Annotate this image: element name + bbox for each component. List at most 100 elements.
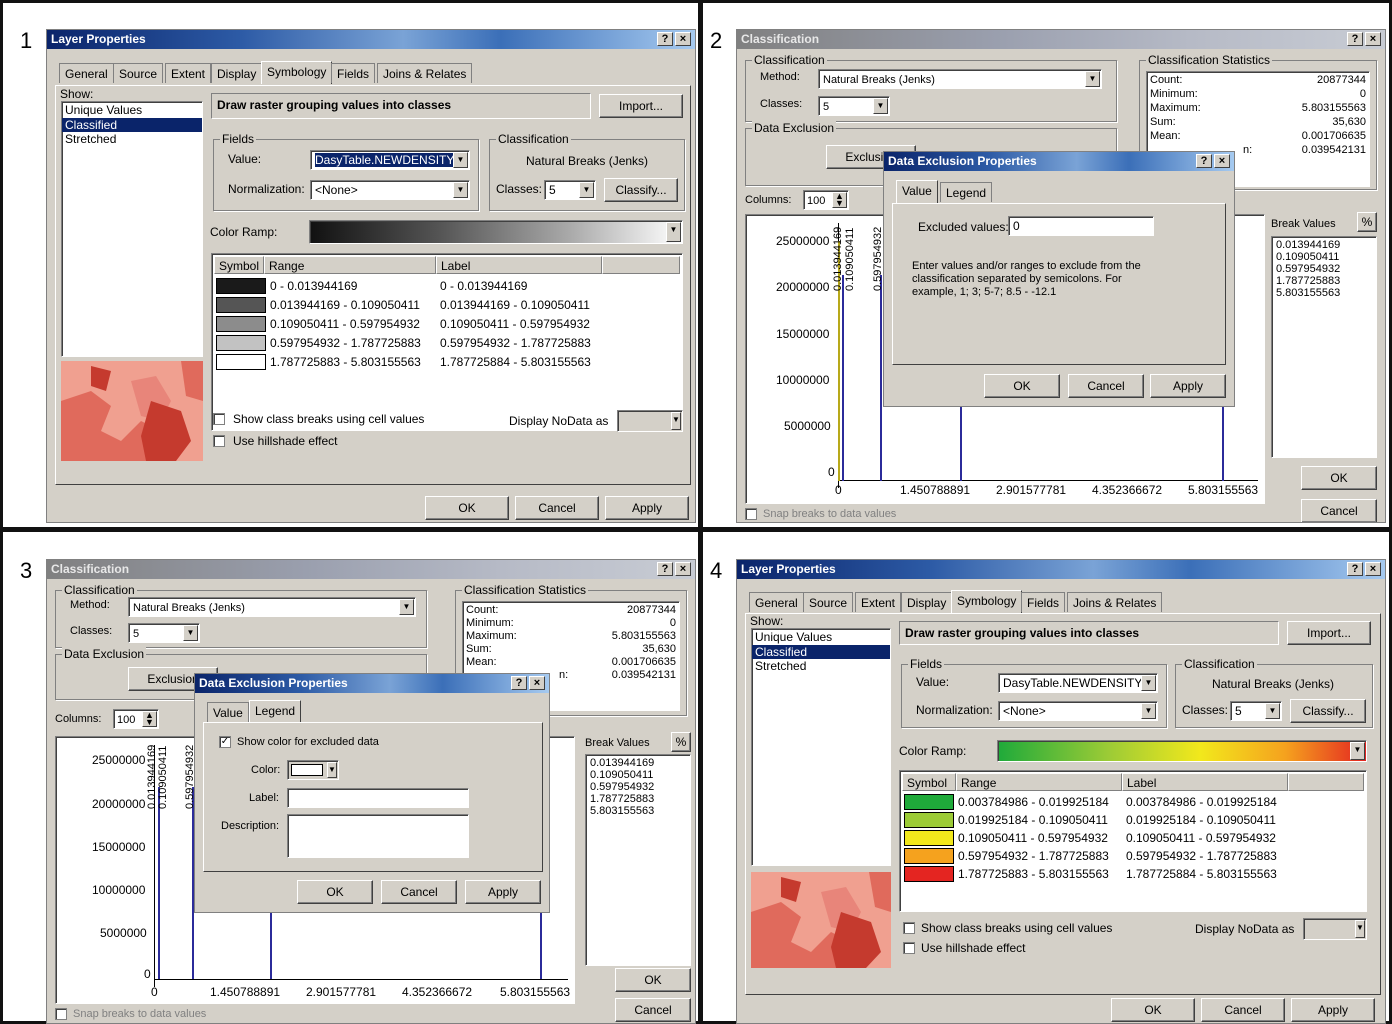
classes-dropdown[interactable]: 5 ▼ (1230, 701, 1282, 721)
close-button[interactable]: × (1365, 562, 1381, 576)
chevron-down-icon[interactable]: ▼ (327, 762, 337, 778)
col-range[interactable]: Range (264, 256, 436, 274)
help-button[interactable]: ? (657, 562, 673, 576)
hillshade-checkbox[interactable] (903, 942, 915, 954)
tab-display[interactable]: Display (901, 592, 953, 612)
chevron-down-icon[interactable]: ▼ (671, 412, 681, 430)
tab-joins[interactable]: Joins & Relates (377, 63, 473, 83)
symbol-swatch[interactable] (904, 866, 954, 882)
tab-source[interactable]: Source (803, 592, 854, 612)
help-button[interactable]: ? (1347, 562, 1363, 576)
tab-legend[interactable]: Legend (249, 700, 302, 723)
symbol-swatch[interactable] (216, 297, 266, 313)
ok-button[interactable]: OK (297, 880, 373, 904)
ok-button[interactable]: OK (425, 496, 509, 520)
apply-button[interactable]: Apply (1291, 998, 1375, 1022)
normalization-dropdown[interactable]: <None> ▼ (310, 180, 470, 200)
tab-extent[interactable]: Extent (855, 592, 902, 612)
columns-stepper[interactable]: 100 ▲ ▼ (803, 190, 849, 210)
columns-stepper[interactable]: 100 ▲ ▼ (113, 709, 159, 729)
break-value[interactable]: 1.787725883 (1276, 275, 1372, 287)
hillshade-checkbox[interactable] (213, 435, 225, 447)
snap-checkbox[interactable] (745, 508, 757, 520)
chevron-down-icon[interactable]: ▼ (579, 182, 594, 198)
tab-value[interactable]: Value (896, 180, 938, 203)
classify-button[interactable]: Classify... (604, 178, 678, 202)
tab-value[interactable]: Value (207, 702, 249, 722)
classify-button[interactable]: Classify... (1290, 699, 1366, 723)
break-value[interactable]: 0.109050411 (590, 769, 686, 781)
chevron-down-icon[interactable]: ▼ (453, 152, 468, 168)
method-dropdown[interactable]: Natural Breaks (Jenks) ▼ (128, 597, 416, 617)
break-value[interactable]: 0.013944169 (1276, 239, 1372, 251)
cancel-button[interactable]: Cancel (1201, 998, 1285, 1022)
close-button[interactable]: × (1214, 154, 1230, 168)
apply-button[interactable]: Apply (1150, 374, 1226, 398)
show-color-checkbox[interactable]: ✓ (219, 736, 231, 748)
ok-button[interactable]: OK (1111, 998, 1195, 1022)
chevron-down-icon[interactable]: ▼ (1141, 675, 1156, 691)
apply-button[interactable]: Apply (465, 880, 541, 904)
class-breaks-checkbox[interactable] (903, 922, 915, 934)
stepper-arrows-icon[interactable]: ▲ ▼ (142, 711, 157, 727)
break-line[interactable] (880, 275, 882, 481)
help-button[interactable]: ? (1347, 32, 1363, 46)
tab-legend[interactable]: Legend (940, 182, 993, 202)
classes-dropdown[interactable]: 5 ▼ (128, 623, 200, 643)
show-item-classified[interactable]: Classified (752, 645, 890, 659)
close-button[interactable]: × (1365, 32, 1381, 46)
tab-fields[interactable]: Fields (331, 63, 376, 83)
cancel-button[interactable]: Cancel (615, 998, 691, 1022)
normalization-dropdown[interactable]: <None> ▼ (998, 701, 1158, 721)
value-dropdown[interactable]: DasyTable.NEWDENSITY ▼ (310, 150, 470, 170)
color-ramp-dropdown[interactable]: ▼ (309, 220, 683, 244)
show-item-stretched[interactable]: Stretched (752, 659, 890, 673)
tab-general[interactable]: General (749, 592, 804, 612)
symbol-swatch[interactable] (216, 335, 266, 351)
tab-source[interactable]: Source (113, 63, 164, 83)
method-dropdown[interactable]: Natural Breaks (Jenks) ▼ (818, 69, 1102, 89)
help-button[interactable]: ? (657, 32, 673, 46)
col-range[interactable]: Range (956, 773, 1122, 791)
col-label[interactable]: Label (1122, 773, 1288, 791)
excluded-values-input[interactable]: 0 (1008, 216, 1154, 236)
apply-button[interactable]: Apply (605, 496, 689, 520)
tab-general[interactable]: General (59, 63, 114, 83)
chevron-down-icon[interactable]: ▼ (453, 182, 468, 198)
col-symbol[interactable]: Symbol (214, 256, 264, 274)
nodata-color-dropdown[interactable]: ▼ (617, 410, 683, 432)
chevron-down-icon[interactable]: ▼ (1141, 703, 1156, 719)
close-button[interactable]: × (675, 562, 691, 576)
cancel-button[interactable]: Cancel (515, 496, 599, 520)
color-ramp-dropdown[interactable]: ▼ (997, 740, 1367, 762)
tab-display[interactable]: Display (211, 63, 263, 83)
break-values-list[interactable]: 0.013944169 0.109050411 0.597954932 1.78… (585, 754, 691, 966)
ok-button[interactable]: OK (984, 374, 1060, 398)
tab-extent[interactable]: Extent (165, 63, 212, 83)
col-symbol[interactable]: Symbol (902, 773, 956, 791)
tab-fields[interactable]: Fields (1021, 592, 1066, 612)
break-value[interactable]: 5.803155563 (590, 805, 686, 817)
symbol-swatch[interactable] (216, 278, 266, 294)
ok-button[interactable]: OK (1301, 466, 1377, 490)
break-value[interactable]: 1.787725883 (590, 793, 686, 805)
ok-button[interactable]: OK (615, 968, 691, 992)
stepper-arrows-icon[interactable]: ▲ ▼ (832, 192, 847, 208)
label-input[interactable] (287, 788, 469, 808)
chevron-down-icon[interactable]: ▼ (399, 599, 414, 615)
break-line[interactable] (158, 787, 160, 979)
symbol-swatch[interactable] (904, 812, 954, 828)
chevron-down-icon[interactable]: ▼ (1085, 71, 1100, 87)
classes-dropdown[interactable]: 5 ▼ (818, 96, 890, 116)
chevron-down-icon[interactable]: ▼ (666, 222, 681, 242)
break-values-list[interactable]: 0.013944169 0.109050411 0.597954932 1.78… (1271, 236, 1377, 458)
break-value[interactable]: 0.013944169 (590, 757, 686, 769)
chevron-down-icon[interactable]: ▼ (1350, 742, 1365, 760)
chevron-down-icon[interactable]: ▼ (1355, 920, 1365, 938)
chevron-down-icon[interactable]: ▼ (1265, 703, 1280, 719)
tab-symbology[interactable]: Symbology (951, 590, 1023, 613)
cancel-button[interactable]: Cancel (1068, 374, 1144, 398)
description-input[interactable] (287, 814, 469, 858)
snap-checkbox[interactable] (55, 1008, 67, 1020)
symbol-swatch[interactable] (216, 316, 266, 332)
